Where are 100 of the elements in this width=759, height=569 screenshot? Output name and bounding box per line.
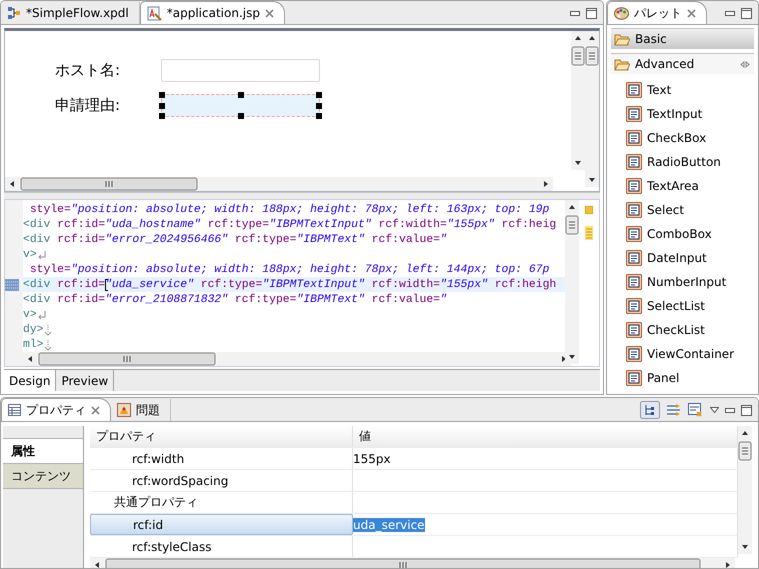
component-icon <box>626 322 642 338</box>
palette-item[interactable]: TextArea <box>611 174 754 198</box>
item-label: NumberInput <box>647 275 726 289</box>
component-icon <box>626 130 642 146</box>
occurrence-marker <box>585 226 593 240</box>
palette-item[interactable]: ComboBox <box>611 222 754 246</box>
minimize-icon[interactable] <box>725 408 735 412</box>
palette-item[interactable]: Text <box>611 78 754 102</box>
jsp-file-icon <box>146 6 162 20</box>
close-icon[interactable] <box>264 8 274 18</box>
section-tab[interactable]: 属性 <box>3 438 83 464</box>
horizontal-scrollbar[interactable] <box>90 558 735 568</box>
code-line: <div rcf:id="error_2108871832" rcf:type="IBPMText" rcf:value=" <box>23 292 448 307</box>
item-label: SelectList <box>647 299 705 313</box>
component-icon <box>626 226 642 242</box>
property-name[interactable]: rcf:wordSpacing <box>90 470 353 491</box>
maximize-icon[interactable] <box>741 8 752 18</box>
field-label: 申請理由: <box>55 96 122 115</box>
property-name[interactable]: rcf:width <box>90 448 353 469</box>
palette-item[interactable]: DateInput <box>611 246 754 270</box>
component-icon <box>626 82 642 98</box>
resize-handle[interactable] <box>238 92 244 98</box>
palette-item[interactable]: SelectList <box>611 294 754 318</box>
item-label: ViewContainer <box>647 347 734 361</box>
category-label[interactable]: 共通プロパティ <box>90 492 353 513</box>
tab-label: *application.jsp <box>166 6 260 20</box>
item-label: CheckBox <box>647 131 706 145</box>
component-icon <box>626 370 642 386</box>
input-field[interactable] <box>161 59 320 82</box>
palette-item[interactable]: NumberInput <box>611 270 754 294</box>
code-line: v> <box>23 307 565 322</box>
tree-view-icon[interactable] <box>640 401 660 419</box>
view-tab[interactable]: プロパティ <box>1 398 111 421</box>
component-icon <box>626 250 642 266</box>
property-name[interactable]: rcf:id <box>90 514 353 535</box>
palette-drawer[interactable]: Basic <box>611 28 754 49</box>
view-tab[interactable]: Design <box>4 370 56 391</box>
tab-label: プロパティ <box>26 402 86 418</box>
palette-item[interactable]: RadioButton <box>611 150 754 174</box>
item-label: Select <box>647 203 684 217</box>
overview-marker <box>585 206 593 214</box>
problems-icon <box>117 403 131 417</box>
code-line: <div rcf:id="uda_hostname" rcf:type="IBPMTextInput" rcf:width="155px" rcf:heig <box>23 218 558 232</box>
item-label: RadioButton <box>647 155 721 169</box>
flow-icon <box>7 6 21 20</box>
horizontal-scrollbar[interactable] <box>5 177 553 191</box>
field-label: ホスト名: <box>55 61 122 80</box>
table-icon <box>8 404 21 416</box>
restore-icon[interactable] <box>688 402 704 418</box>
tab-label: 問題 <box>136 402 160 418</box>
code-line: <div rcf:id="error_2024956466" rcf:type="IBPMText" rcf:value=" <box>23 232 448 247</box>
component-icon <box>626 274 642 290</box>
vertical-scrollbar[interactable] <box>585 31 599 187</box>
folder-icon <box>614 32 630 46</box>
tab-label: *SimpleFlow.xpdl <box>26 6 129 20</box>
close-icon[interactable] <box>687 8 696 18</box>
editor-tab[interactable]: *SimpleFlow.xpdl <box>1 2 140 24</box>
column-header[interactable]: プロパティ <box>90 426 353 447</box>
code-line: style="position: absolute; width: 188px; height: 78px; left: 144px; top: 67p <box>28 262 550 277</box>
component-icon <box>626 178 642 194</box>
palette-tab[interactable]: パレット <box>607 1 707 24</box>
palette-item[interactable]: CheckBox <box>611 126 754 150</box>
component-icon <box>626 202 642 218</box>
code-line: dy> <box>23 322 565 337</box>
component-icon <box>626 154 642 170</box>
palette-item[interactable]: Panel <box>611 366 754 390</box>
code-line: v> <box>23 247 565 262</box>
item-label: Panel <box>647 371 680 385</box>
section-tab[interactable]: コンテンツ <box>3 464 83 489</box>
component-icon <box>626 346 642 362</box>
resize-handle[interactable] <box>238 113 244 119</box>
item-label: TextInput <box>647 107 702 121</box>
palette-item[interactable]: Select <box>611 198 754 222</box>
maximize-icon[interactable] <box>741 404 752 416</box>
palette-item[interactable]: TextInput <box>611 102 754 126</box>
property-name[interactable]: rcf:styleClass <box>90 536 353 557</box>
property-value[interactable]: 155px <box>353 452 391 466</box>
minimize-icon[interactable] <box>725 10 735 16</box>
maximize-icon[interactable] <box>586 8 597 18</box>
vertical-scrollbar[interactable] <box>571 31 585 170</box>
vertical-scrollbar[interactable] <box>565 200 579 364</box>
input-field[interactable] <box>161 94 320 117</box>
property-value[interactable]: uda_service <box>353 518 425 532</box>
palette-item[interactable]: CheckList <box>611 318 754 342</box>
view-menu-icon[interactable] <box>710 407 719 413</box>
vertical-scrollbar[interactable] <box>738 426 752 554</box>
component-icon <box>626 298 642 314</box>
column-header[interactable]: 値 <box>353 426 738 447</box>
editor-tab[interactable]: *application.jsp <box>140 1 285 24</box>
tab-label: パレット <box>634 4 682 22</box>
item-label: CheckList <box>647 323 705 337</box>
palette-drawer[interactable]: Advanced <box>611 53 754 74</box>
item-label: Text <box>647 83 672 97</box>
drawer-label: Basic <box>635 32 667 46</box>
paint-palette-icon <box>614 6 629 20</box>
close-icon[interactable] <box>91 406 100 414</box>
code-line: ml> <box>23 337 565 352</box>
palette-item[interactable]: ViewContainer <box>611 342 754 366</box>
minimize-icon[interactable] <box>570 10 580 16</box>
drawer-label: Advanced <box>635 57 694 71</box>
